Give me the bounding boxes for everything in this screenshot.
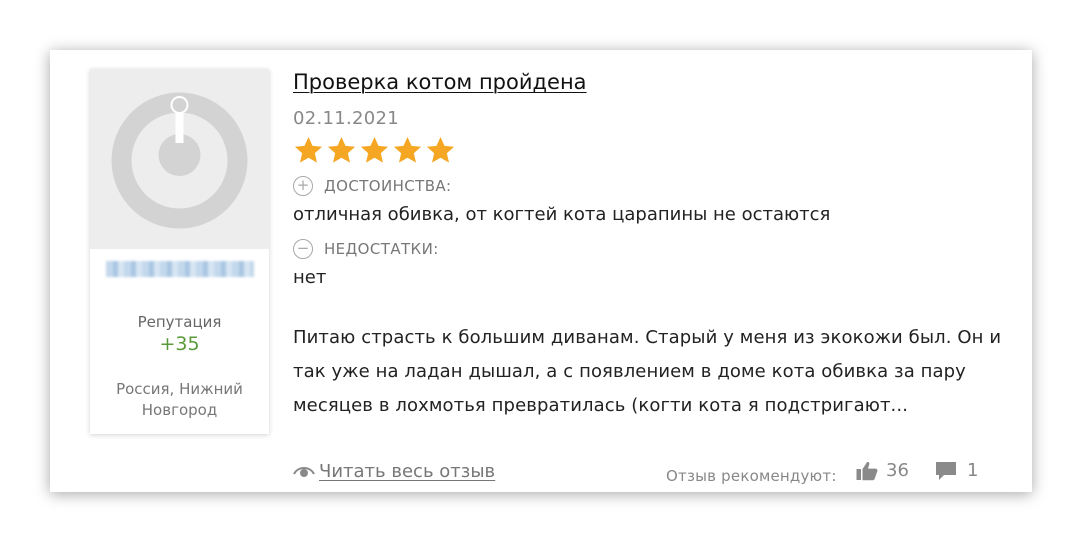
cons-label: НЕДОСТАТКИ: (324, 240, 439, 258)
review-footer: Читать весь отзыв Отзыв рекомендуют: 36 … (293, 458, 983, 488)
review-content: Проверка котом пройдена 02.11.2021 + ДОС… (293, 70, 1013, 423)
comments-count: 1 (967, 460, 979, 481)
star-icon (294, 136, 323, 163)
likes-button[interactable]: 36 (856, 460, 909, 481)
review-date: 02.11.2021 (293, 108, 400, 129)
star-icon (360, 136, 389, 163)
reputation-value: +35 (159, 333, 200, 355)
star-icon (426, 136, 455, 163)
review-excerpt: Питаю страсть к большим диванам. Старый … (293, 327, 1002, 416)
pros-label: ДОСТОИНСТВА: (324, 177, 452, 195)
pros-text: отличная обивка, от когтей кота царапины… (293, 204, 831, 225)
comments-button[interactable]: 1 (935, 460, 978, 481)
star-icon (327, 136, 356, 163)
cons-text: нет (293, 267, 327, 288)
review-card: Репутация +35 Россия, Нижний Новгород Пр… (50, 50, 1032, 492)
author-panel: Репутация +35 Россия, Нижний Новгород (90, 69, 269, 434)
rating-stars (293, 135, 1013, 166)
default-avatar-icon (111, 92, 248, 229)
review-title-link[interactable]: Проверка котом пройдена (293, 70, 587, 94)
plus-circle-icon: + (293, 176, 313, 196)
recommend-label: Отзыв рекомендуют: (666, 467, 837, 485)
star-icon (393, 136, 422, 163)
avatar[interactable] (90, 69, 269, 249)
likes-count: 36 (886, 460, 909, 481)
cons-header: − НЕДОСТАТКИ: (293, 239, 1013, 259)
eye-icon (293, 466, 315, 477)
read-more-label[interactable]: Читать весь отзыв (319, 461, 495, 482)
reputation-label: Репутация (137, 313, 222, 331)
thumbs-up-icon (856, 461, 878, 480)
minus-circle-icon: − (293, 239, 313, 259)
pros-header: + ДОСТОИНСТВА: (293, 176, 1013, 196)
author-location: Россия, Нижний Новгород (116, 380, 243, 419)
comment-icon (936, 461, 956, 480)
author-username-blurred[interactable] (105, 261, 254, 277)
read-more-link[interactable]: Читать весь отзыв (293, 461, 495, 482)
